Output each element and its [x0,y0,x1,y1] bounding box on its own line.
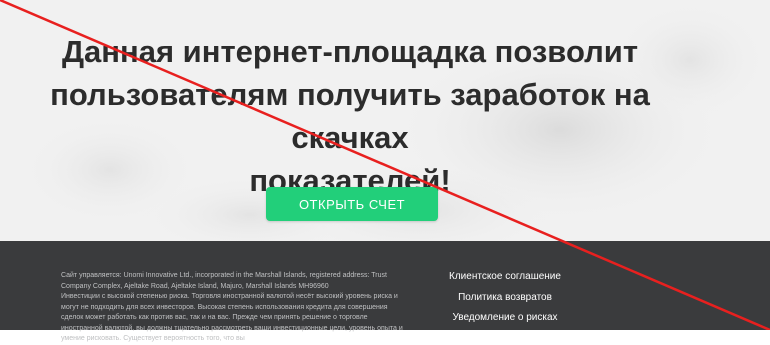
client-agreement-link[interactable]: Клиентское соглашение [449,271,561,283]
footer-links: Клиентское соглашение Политика возвратов… [440,271,570,333]
legal-disclaimer: Сайт управляется: Unomi Innovative Ltd.,… [61,271,406,345]
legal-risk-text: Инвестиции с высокой степенью риска. Тор… [61,293,403,342]
hero-headline-line-1: Данная интернет-площадка позволит [61,34,639,69]
hero-headline-line-2: пользователям получить заработок на скач… [50,77,650,155]
risk-notice-link[interactable]: Уведомление о рисках [452,312,557,324]
legal-operator-text: Сайт управляется: Unomi Innovative Ltd.,… [61,272,387,290]
hero-section: Данная интернет-площадка позволит пользо… [0,0,770,241]
hero-headline: Данная интернет-площадка позволит пользо… [0,30,700,202]
open-account-button[interactable]: ОТКРЫТЬ СЧЕТ [266,187,438,221]
refund-policy-link[interactable]: Политика возвратов [458,292,552,304]
footer: Сайт управляется: Unomi Innovative Ltd.,… [0,241,770,342]
